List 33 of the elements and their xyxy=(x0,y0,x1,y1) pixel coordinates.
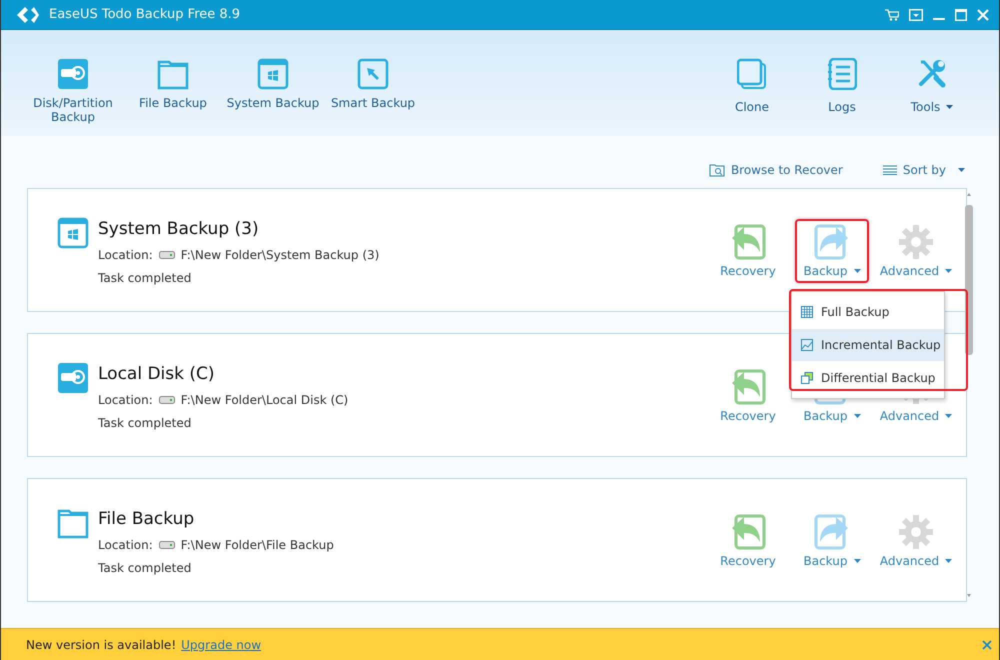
advanced-button[interactable]: Advanced xyxy=(879,509,953,573)
location-path: F:\New Folder\System Backup (3) xyxy=(180,248,380,262)
recovery-button[interactable]: Recovery xyxy=(711,219,785,283)
menu-item[interactable]: Incremental Backup xyxy=(792,329,944,361)
notification-message: New version is available! xyxy=(26,638,176,652)
task-status: Task completed xyxy=(98,271,192,285)
location-path: F:\New Folder\File Backup xyxy=(180,538,334,552)
advanced-button[interactable]: Advanced xyxy=(879,219,953,283)
recovery-button[interactable]: Recovery xyxy=(711,364,785,428)
toolbar-button[interactable]: Smart Backup xyxy=(323,58,423,138)
backup-button[interactable]: Backup xyxy=(795,219,869,283)
toolbar-button[interactable]: Clone xyxy=(707,58,797,138)
location-label: Location: xyxy=(98,538,153,552)
task-status: Task completed xyxy=(98,416,192,430)
toolbar-button[interactable]: File Backup xyxy=(123,58,223,138)
task-title: System Backup (3) xyxy=(98,219,260,239)
browse-to-recover-link[interactable]: Browse to Recover xyxy=(708,163,843,177)
sort-by-button[interactable]: Sort by xyxy=(882,163,965,177)
backup-button[interactable]: Backup xyxy=(795,509,869,573)
location-label: Location: xyxy=(98,248,153,262)
location-path: F:\New Folder\Local Disk (C) xyxy=(180,393,348,407)
upgrade-link[interactable]: Upgrade now xyxy=(181,638,262,652)
recovery-button[interactable]: Recovery xyxy=(711,509,785,573)
task-status: Task completed xyxy=(98,561,192,575)
task-title: File Backup xyxy=(98,509,196,529)
menu-item[interactable]: Full Backup xyxy=(792,296,944,328)
menu-item[interactable]: Differential Backup xyxy=(792,362,944,394)
toolbar-button[interactable]: Logs xyxy=(797,58,887,138)
location-label: Location: xyxy=(98,393,153,407)
window-title: EaseUS Todo Backup Free 8.9 xyxy=(49,7,240,22)
toolbar-button[interactable]: System Backup xyxy=(223,58,323,138)
task-title: Local Disk (C) xyxy=(98,364,216,384)
toolbar-button[interactable]: Tools xyxy=(887,58,977,138)
